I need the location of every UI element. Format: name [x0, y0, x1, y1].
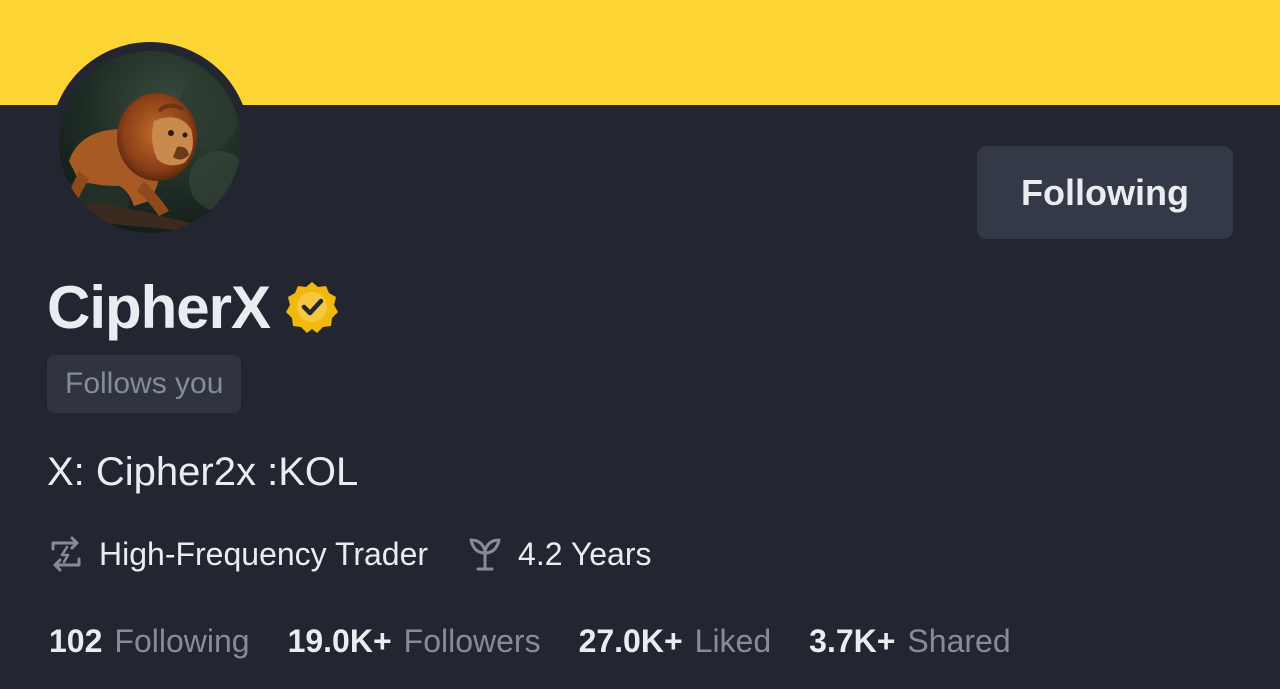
stat-shared-label: Shared: [907, 622, 1011, 659]
sprout-icon: [469, 538, 501, 571]
stat-following[interactable]: 102 Following: [49, 623, 250, 660]
tag-account-age-label: 4.2 Years: [518, 535, 652, 572]
stat-followers-value: 19.0K+: [287, 622, 392, 659]
stat-shared-value: 3.7K+: [809, 622, 896, 659]
verified-badge-icon: [284, 279, 340, 335]
lion-avatar-image: [59, 51, 241, 233]
stat-liked[interactable]: 27.0K+ Liked: [579, 623, 772, 660]
tag-trader-type: High-Frequency Trader: [47, 535, 428, 573]
profile-stats: 102 Following 19.0K+ Followers 27.0K+ Liked…: [49, 617, 1049, 665]
profile-bio: X: Cipher2x :KOL: [47, 450, 359, 494]
profile-name: CipherX: [47, 273, 271, 341]
stat-following-value: 102: [49, 622, 103, 659]
stat-following-label: Following: [114, 622, 250, 659]
stat-shared[interactable]: 3.7K+ Shared: [809, 623, 1010, 660]
follows-you-badge: Follows you: [47, 355, 242, 413]
stat-liked-value: 27.0K+: [578, 622, 683, 659]
profile-page: Following CipherX Follows you X: Cipher2…: [0, 0, 1280, 689]
avatar-ring: [50, 42, 250, 242]
stat-followers[interactable]: 19.0K+ Followers: [288, 623, 541, 660]
following-button[interactable]: Following: [977, 146, 1233, 239]
name-row: CipherX: [47, 272, 340, 342]
avatar[interactable]: [59, 51, 241, 233]
tag-account-age: 4.2 Years: [466, 535, 651, 573]
stat-liked-label: Liked: [694, 622, 772, 659]
stat-followers-label: Followers: [403, 622, 541, 659]
profile-tags: High-Frequency Trader 4.2 Years: [47, 530, 689, 578]
tag-trader-type-label: High-Frequency Trader: [99, 535, 429, 572]
swap-arrows-icon: [51, 536, 81, 572]
